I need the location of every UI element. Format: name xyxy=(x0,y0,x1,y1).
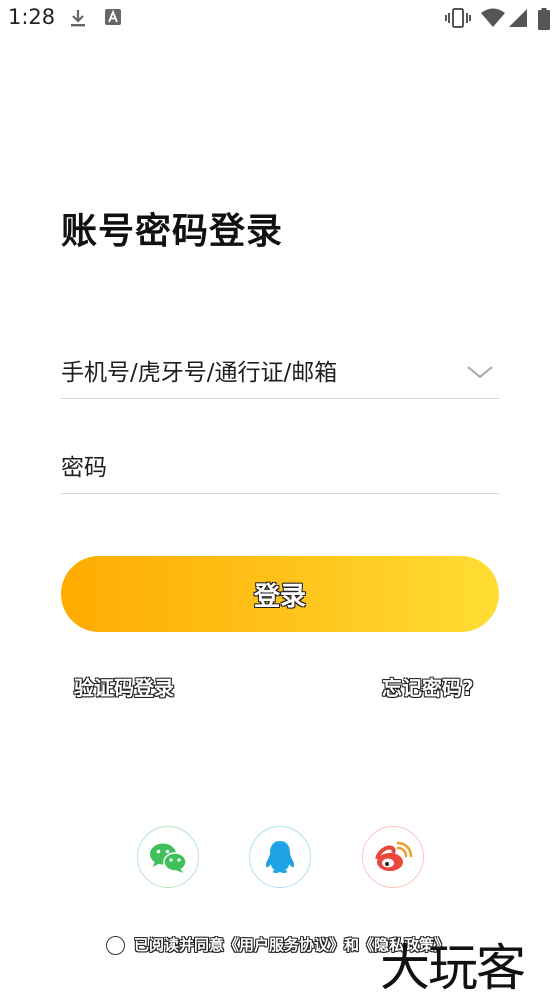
chevron-down-icon[interactable] xyxy=(465,362,495,382)
wifi-icon xyxy=(481,8,505,27)
account-field xyxy=(61,338,499,399)
weibo-login-button[interactable] xyxy=(362,826,424,888)
sms-login-link[interactable]: 验证码登录 xyxy=(74,672,174,701)
user-agreement-link[interactable]: 《用户服务协议》 xyxy=(224,936,344,954)
watermark: 大玩客 xyxy=(380,939,526,997)
agreement-conjunction: 和 xyxy=(344,936,360,954)
password-field xyxy=(61,433,499,494)
agreement-prefix: 已阅读并同意 xyxy=(134,936,225,954)
wechat-icon xyxy=(150,843,187,873)
status-time: 1:28 xyxy=(8,5,56,29)
a-icon xyxy=(105,9,121,25)
qq-login-button[interactable] xyxy=(249,826,311,888)
account-input[interactable] xyxy=(61,356,441,390)
password-input[interactable] xyxy=(61,451,441,485)
download-icon xyxy=(71,10,85,27)
qq-icon xyxy=(265,841,295,873)
weibo-icon xyxy=(375,841,413,871)
forgot-password-link[interactable]: 忘记密码? xyxy=(382,672,474,701)
status-bar: 1:28 xyxy=(0,0,560,36)
agreement-checkbox[interactable] xyxy=(106,936,125,955)
battery-icon xyxy=(538,8,550,30)
wechat-login-button[interactable] xyxy=(137,826,199,888)
signal-icon xyxy=(509,9,527,27)
login-button[interactable]: 登录 xyxy=(61,556,499,632)
login-screen: 1:28 账号密码登录 手机号/虎牙号/通行证/邮箱 登录 验证码登录 忘记密码… xyxy=(0,0,560,999)
page-title: 账号密码登录 xyxy=(61,211,284,252)
vibrate-icon xyxy=(445,8,471,28)
